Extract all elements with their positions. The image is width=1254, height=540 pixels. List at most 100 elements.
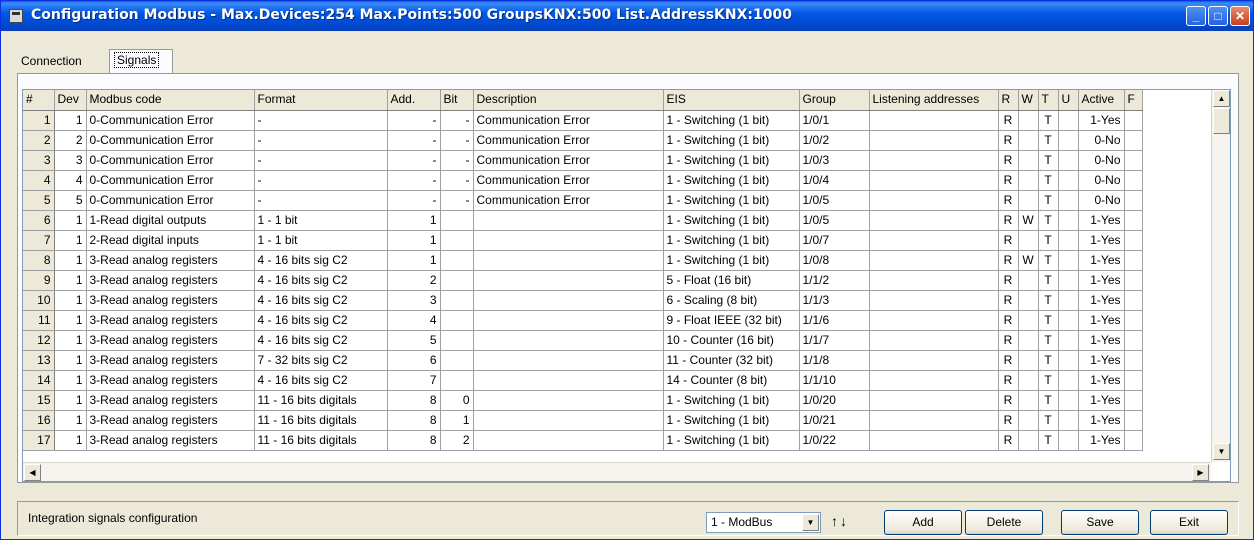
- table-cell[interactable]: [869, 330, 999, 351]
- table-cell[interactable]: 4 - 16 bits sig C2: [254, 250, 388, 271]
- scroll-thumb[interactable]: [1213, 108, 1230, 134]
- table-row[interactable]: 5 5 0-Communication Error - - - Communication …: [23, 190, 1143, 211]
- row-number[interactable]: 17: [23, 430, 55, 451]
- tab-connection[interactable]: Connection: [17, 51, 109, 73]
- table-cell[interactable]: 0-No: [1078, 170, 1125, 191]
- table-cell[interactable]: 1: [54, 310, 87, 331]
- table-cell[interactable]: [473, 210, 664, 231]
- table-row[interactable]: 3 3 0-Communication Error - - - Communication …: [23, 150, 1143, 171]
- vertical-scrollbar[interactable]: ▲ ▼: [1211, 90, 1230, 462]
- table-cell[interactable]: 1: [387, 250, 441, 271]
- table-cell[interactable]: R: [998, 390, 1019, 411]
- table-cell[interactable]: 11 - 16 bits digitals: [254, 390, 388, 411]
- row-number[interactable]: 6: [23, 210, 55, 231]
- table-cell[interactable]: 1 - Switching (1 bit): [663, 410, 800, 431]
- table-cell[interactable]: R: [998, 250, 1019, 271]
- signals-grid[interactable]: # Dev Modbus code Format Add. Bit Description E…: [22, 89, 1231, 482]
- table-cell[interactable]: 0-Communication Error: [86, 150, 255, 171]
- table-cell[interactable]: [440, 230, 474, 251]
- table-cell[interactable]: [1058, 230, 1079, 251]
- table-cell[interactable]: [473, 330, 664, 351]
- table-cell[interactable]: 1-Yes: [1078, 370, 1125, 391]
- table-cell[interactable]: 3: [54, 150, 87, 171]
- table-cell[interactable]: 1/0/5: [799, 190, 870, 211]
- table-cell[interactable]: 1-Yes: [1078, 210, 1125, 231]
- table-cell[interactable]: -: [254, 150, 388, 171]
- table-cell[interactable]: -: [254, 110, 388, 131]
- table-cell[interactable]: [1124, 390, 1143, 411]
- table-row[interactable]: 2 2 0-Communication Error - - - Communication …: [23, 130, 1143, 151]
- table-cell[interactable]: [1124, 190, 1143, 211]
- table-row[interactable]: 9 1 3-Read analog registers 4 - 16 bits sig…: [23, 270, 1143, 291]
- table-cell[interactable]: 1: [387, 210, 441, 231]
- table-cell[interactable]: [869, 170, 999, 191]
- table-cell[interactable]: 1: [54, 430, 87, 451]
- table-cell[interactable]: 11 - 16 bits digitals: [254, 410, 388, 431]
- table-cell[interactable]: [473, 390, 664, 411]
- table-cell[interactable]: 8: [387, 430, 441, 451]
- table-cell[interactable]: 1: [440, 410, 474, 431]
- table-cell[interactable]: 1 - Switching (1 bit): [663, 210, 800, 231]
- table-cell[interactable]: 3-Read analog registers: [86, 390, 255, 411]
- table-cell[interactable]: [869, 110, 999, 131]
- table-cell[interactable]: [1018, 130, 1039, 151]
- table-cell[interactable]: 1-Yes: [1078, 430, 1125, 451]
- table-cell[interactable]: 1 - Switching (1 bit): [663, 390, 800, 411]
- table-cell[interactable]: [1124, 290, 1143, 311]
- table-cell[interactable]: T: [1038, 130, 1059, 151]
- table-cell[interactable]: 1/0/20: [799, 390, 870, 411]
- row-number[interactable]: 14: [23, 370, 55, 391]
- table-cell[interactable]: 3-Read analog registers: [86, 310, 255, 331]
- table-cell[interactable]: [1124, 410, 1143, 431]
- save-button[interactable]: Save: [1061, 510, 1139, 535]
- table-cell[interactable]: [1124, 170, 1143, 191]
- table-cell[interactable]: [440, 270, 474, 291]
- table-cell[interactable]: [440, 350, 474, 371]
- table-cell[interactable]: [440, 330, 474, 351]
- table-cell[interactable]: [1018, 370, 1039, 391]
- table-cell[interactable]: [869, 390, 999, 411]
- table-row[interactable]: 4 4 0-Communication Error - - - Communication …: [23, 170, 1143, 191]
- table-cell[interactable]: [1018, 310, 1039, 331]
- table-row[interactable]: 10 1 3-Read analog registers 4 - 16 bits si…: [23, 290, 1143, 311]
- exit-button[interactable]: Exit: [1150, 510, 1228, 535]
- table-cell[interactable]: 0-No: [1078, 190, 1125, 211]
- column-header[interactable]: Bit: [440, 90, 474, 111]
- table-cell[interactable]: [869, 310, 999, 331]
- table-cell[interactable]: -: [387, 130, 441, 151]
- table-row[interactable]: 7 1 2-Read digital inputs 1 - 1 bit 1 1 - Swi…: [23, 230, 1143, 251]
- table-cell[interactable]: [473, 270, 664, 291]
- table-cell[interactable]: [1058, 250, 1079, 271]
- title-bar[interactable]: Configuration Modbus - Max.Devices:254 M…: [1, 1, 1253, 31]
- table-cell[interactable]: [440, 250, 474, 271]
- table-cell[interactable]: 1: [54, 230, 87, 251]
- table-cell[interactable]: [1124, 330, 1143, 351]
- table-cell[interactable]: R: [998, 350, 1019, 371]
- maximize-button[interactable]: □: [1208, 6, 1228, 26]
- table-cell[interactable]: 1: [54, 370, 87, 391]
- table-cell[interactable]: [440, 370, 474, 391]
- table-cell[interactable]: [473, 230, 664, 251]
- row-number[interactable]: 5: [23, 190, 55, 211]
- table-cell[interactable]: R: [998, 410, 1019, 431]
- horizontal-scrollbar[interactable]: ◀ ▶: [23, 462, 1211, 481]
- table-cell[interactable]: 1: [54, 290, 87, 311]
- table-cell[interactable]: 7 - 32 bits sig C2: [254, 350, 388, 371]
- table-cell[interactable]: 4: [54, 170, 87, 191]
- table-cell[interactable]: 1: [387, 230, 441, 251]
- table-cell[interactable]: 14 - Counter (8 bit): [663, 370, 800, 391]
- table-row[interactable]: 1 1 0-Communication Error - - - Communication …: [23, 110, 1143, 131]
- table-cell[interactable]: [1018, 110, 1039, 131]
- table-cell[interactable]: R: [998, 270, 1019, 291]
- table-cell[interactable]: T: [1038, 190, 1059, 211]
- table-cell[interactable]: R: [998, 430, 1019, 451]
- table-cell[interactable]: 1/0/21: [799, 410, 870, 431]
- table-cell[interactable]: 2: [54, 130, 87, 151]
- table-cell[interactable]: 0-No: [1078, 130, 1125, 151]
- add-button[interactable]: Add: [884, 510, 962, 535]
- table-cell[interactable]: 6 - Scaling (8 bit): [663, 290, 800, 311]
- table-cell[interactable]: T: [1038, 310, 1059, 331]
- column-header[interactable]: Active: [1078, 90, 1125, 111]
- table-cell[interactable]: R: [998, 190, 1019, 211]
- table-cell[interactable]: 1-Yes: [1078, 310, 1125, 331]
